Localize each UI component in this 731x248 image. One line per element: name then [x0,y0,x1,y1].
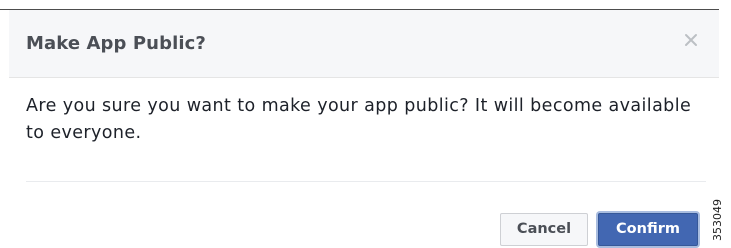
dialog-message: Are you sure you want to make your app p… [26,96,692,143]
figure-id-label: 353049 [711,199,724,241]
footer-divider [26,181,706,182]
dialog-header: Make App Public? [9,10,719,78]
cancel-button[interactable]: Cancel [500,213,588,246]
close-icon[interactable] [683,32,699,48]
confirm-button[interactable]: Confirm [598,213,698,246]
make-app-public-dialog: Make App Public? Are you sure you want t… [9,10,719,246]
dialog-title: Make App Public? [26,33,206,54]
